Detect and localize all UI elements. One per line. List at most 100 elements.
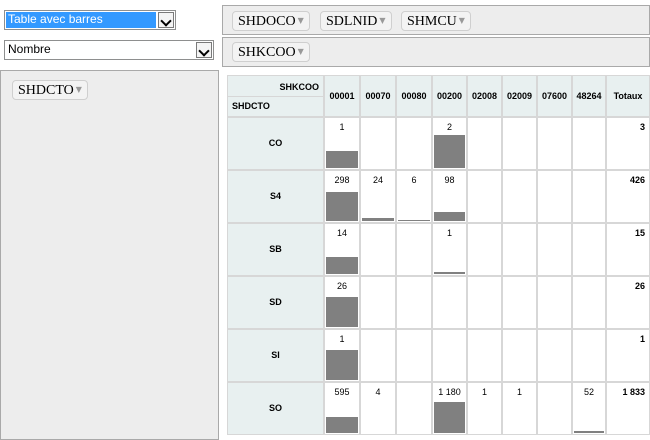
cell-value: 4 [375,387,381,397]
cell-value: 1 180 [438,387,461,397]
chevron-down-icon[interactable] [196,42,212,58]
cell-value: 6 [411,175,417,185]
row-total-value: 1 833 [622,387,645,397]
cell-value: 26 [336,281,347,291]
row-total-cell: 26 [606,276,650,329]
cell-value: 1 [516,387,522,397]
value-bar [574,431,604,433]
row-header: S4 [227,170,324,223]
field-pill-label: SHDOCO [238,14,296,29]
value-cell [396,117,432,170]
cell-value: 98 [444,175,455,185]
value-cell [502,223,537,276]
cell-value: 595 [334,387,350,397]
value-cell [502,329,537,382]
value-bar [326,417,358,433]
totals-column-header: Totaux [606,75,650,117]
dropdown-triangle-icon[interactable]: ▼ [298,16,304,25]
value-cell [572,117,606,170]
row-header: CO [227,117,324,170]
dropdown-triangle-icon[interactable]: ▼ [76,85,82,94]
value-cell: 1 [324,117,360,170]
row-total-value: 426 [629,175,645,185]
value-cell [467,223,502,276]
row-header: SO [227,382,324,435]
dropdown-triangle-icon[interactable]: ▼ [379,16,385,25]
value-cell [572,329,606,382]
value-cell: 595 [324,382,360,435]
row-total-value: 1 [639,334,645,344]
value-cell [537,170,572,223]
cell-value: 1 [339,334,345,344]
row-total-cell: 1 [606,329,650,382]
value-cell: 98 [432,170,467,223]
column-header: 48264 [572,75,606,117]
value-bar [362,218,394,221]
value-cell [467,329,502,382]
value-cell [537,276,572,329]
value-cell [360,276,396,329]
aggregator-select[interactable]: Nombre [4,40,214,60]
value-cell: 14 [324,223,360,276]
row-header: SI [227,329,324,382]
row-total-cell: 3 [606,117,650,170]
value-cell [432,276,467,329]
value-cell [360,329,396,382]
column-header: 00080 [396,75,432,117]
value-cell: 6 [396,170,432,223]
row-total-cell: 426 [606,170,650,223]
value-cell: 1 180 [432,382,467,435]
value-cell: 26 [324,276,360,329]
cell-value: 298 [334,175,350,185]
cell-value: 24 [372,175,383,185]
value-cell: 2 [432,117,467,170]
value-cell: 1 [324,329,360,382]
renderer-select[interactable]: Table avec barres [4,10,176,30]
field-pill-shkcoo[interactable]: SHKCOO ▼ [232,42,310,62]
column-header: 00001 [324,75,360,117]
row-attributes-area [0,70,219,440]
value-cell [467,117,502,170]
column-header: 02009 [502,75,537,117]
value-cell [396,329,432,382]
cell-value: 14 [336,228,347,238]
value-cell [537,223,572,276]
value-bar [326,297,358,327]
row-header: SD [227,276,324,329]
row-total-cell: 1 833 [606,382,650,435]
value-cell: 24 [360,170,396,223]
value-cell [432,329,467,382]
value-cell [572,223,606,276]
field-pill-shdoco[interactable]: SHDOCO ▼ [232,11,310,31]
value-cell: 1 [467,382,502,435]
dropdown-triangle-icon[interactable]: ▼ [298,47,304,56]
value-cell [396,276,432,329]
column-header: 00070 [360,75,396,117]
cell-value: 1 [481,387,487,397]
value-cell [572,170,606,223]
row-total-value: 15 [634,228,645,238]
column-attribute-label: SHKCOO [279,82,319,92]
cell-value: 1 [446,228,452,238]
row-total-cell: 15 [606,223,650,276]
value-bar [434,212,465,221]
value-cell: 4 [360,382,396,435]
value-bar [434,402,465,433]
value-bar [326,192,358,221]
dropdown-triangle-icon[interactable]: ▼ [459,16,465,25]
aggregator-select-value: Nombre [8,42,51,56]
field-pill-sdlnid[interactable]: SDLNID ▼ [320,11,392,31]
value-cell [537,117,572,170]
cell-value: 1 [339,122,345,132]
value-cell [467,170,502,223]
renderer-select-value: Table avec barres [6,12,156,28]
field-pill-shdcto[interactable]: SHDCTO ▼ [12,80,88,100]
row-header: SB [227,223,324,276]
value-cell [360,223,396,276]
field-pill-label: SDLNID [326,14,378,29]
value-cell [396,223,432,276]
value-bar [326,350,358,380]
value-cell: 52 [572,382,606,435]
chevron-down-icon[interactable] [158,12,174,28]
field-pill-shmcu[interactable]: SHMCU ▼ [401,11,471,31]
